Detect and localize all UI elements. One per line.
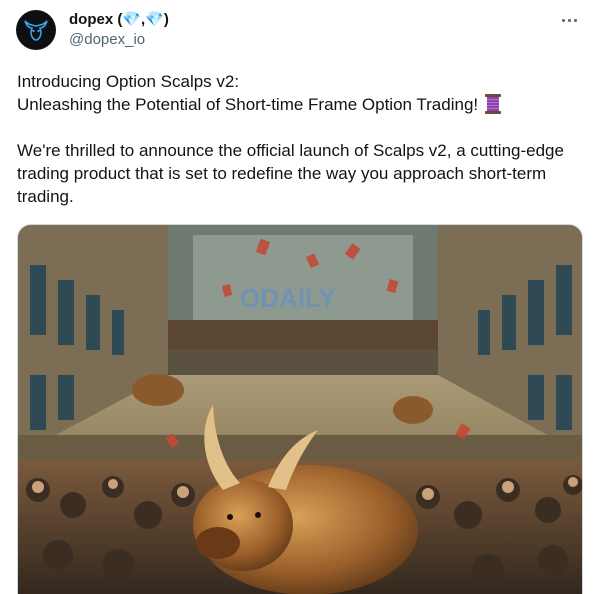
more-dot	[567, 18, 571, 22]
gem-icon: 💎	[122, 11, 142, 28]
display-name[interactable]: dopex (💎,💎)	[69, 11, 169, 29]
tweet-line-2: Unleashing the Potential of Short-time F…	[17, 93, 582, 116]
tweet-text: Introducing Option Scalps v2: Unleashing…	[17, 70, 582, 208]
tweet-line-2-text: Unleashing the Potential of Short-time F…	[17, 95, 479, 114]
bull-head-icon	[24, 20, 48, 41]
tweet-image[interactable]: ODAILY	[17, 224, 583, 594]
name-paren-close: )	[163, 11, 169, 28]
name-paren-open: (	[113, 11, 123, 28]
author-block: dopex (💎,💎) @dopex_io	[69, 11, 169, 49]
tweet-paragraph-2: We're thrilled to announce the official …	[17, 141, 564, 206]
gem-icon: 💎	[145, 11, 164, 28]
watermark: ODAILY	[240, 283, 336, 313]
more-dot	[573, 18, 577, 22]
more-options-button[interactable]	[558, 10, 580, 30]
tweet: dopex (💎,💎) @dopex_io Introducing Option…	[0, 0, 598, 594]
display-name-text: dopex	[69, 11, 114, 28]
bull-trading-floor-image: ODAILY	[18, 225, 582, 594]
avatar[interactable]	[16, 10, 56, 50]
tweet-line-1: Introducing Option Scalps v2:	[17, 72, 240, 91]
thread-spool-icon	[484, 94, 501, 114]
handle[interactable]: @dopex_io	[69, 31, 169, 49]
more-horizontal-icon	[561, 18, 565, 22]
